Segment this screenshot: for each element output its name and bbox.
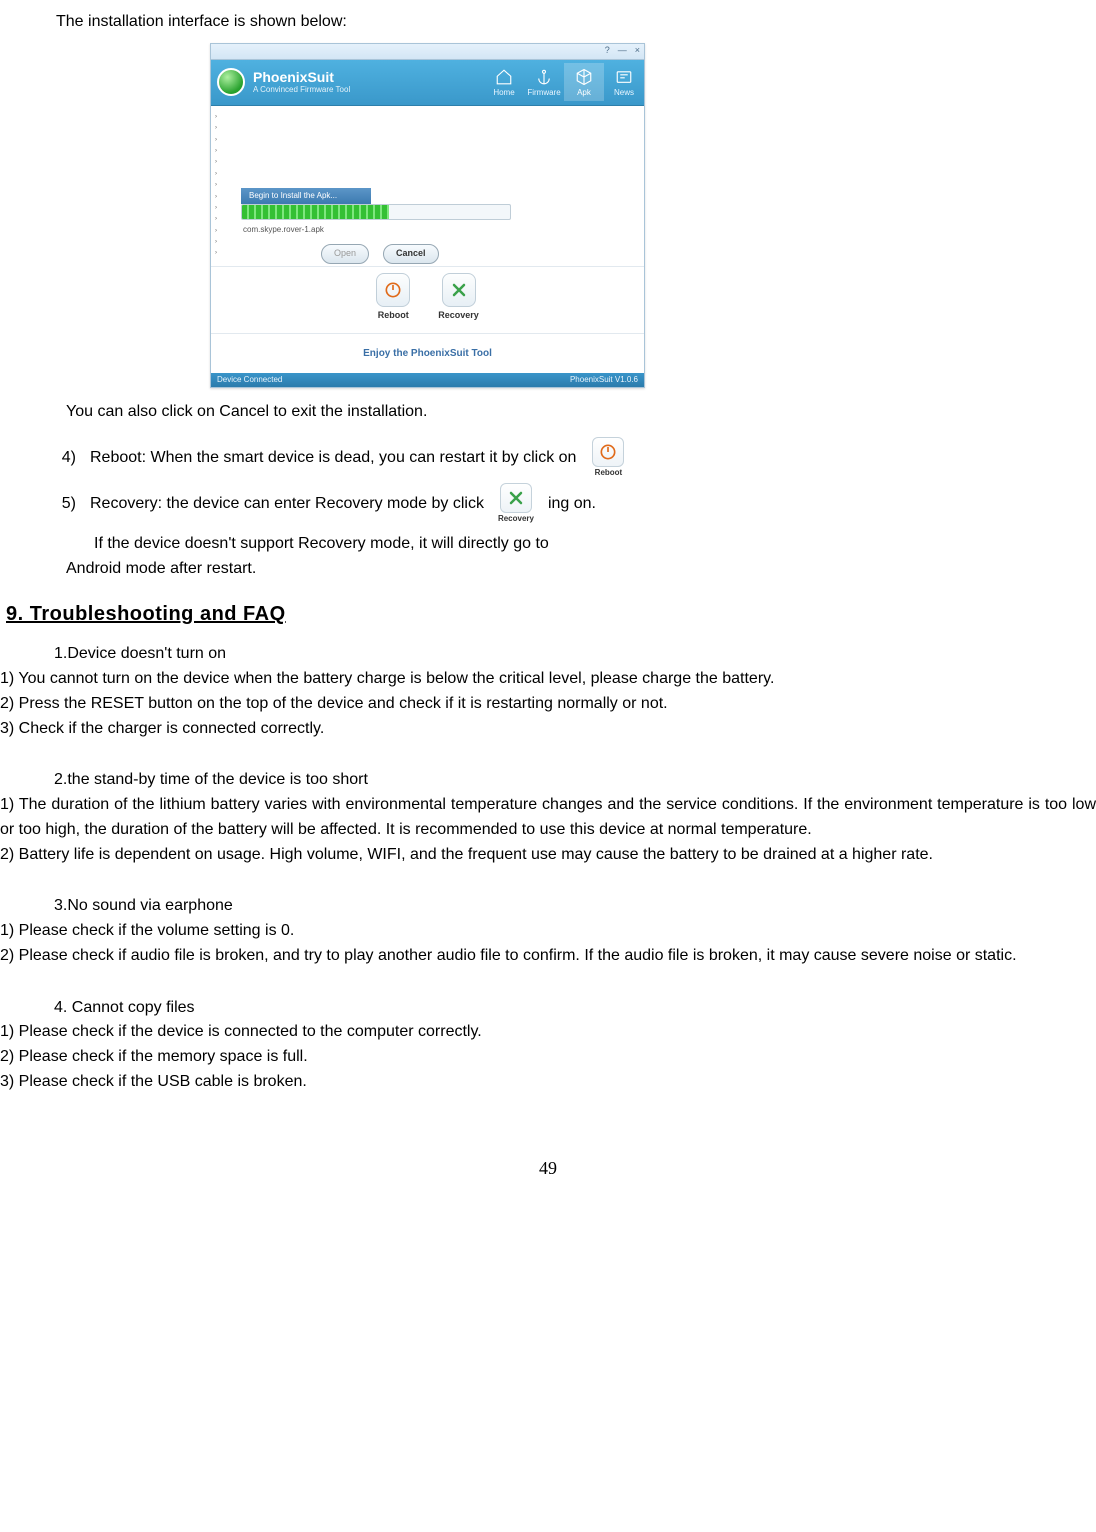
reboot-inline-icon [592, 437, 624, 467]
anchor-icon [534, 67, 554, 87]
reboot-icon[interactable] [376, 273, 410, 307]
enjoy-banner: Enjoy the PhoenixSuit Tool [211, 333, 644, 374]
progress-bar [241, 204, 511, 220]
nav-home[interactable]: Home [484, 63, 524, 101]
faq1-a: 1) You cannot turn on the device when th… [0, 667, 1096, 692]
faq1-c: 3) Check if the charger is connected cor… [0, 717, 1096, 742]
nav-firmware[interactable]: Firmware [524, 63, 564, 101]
nav-news[interactable]: News [604, 63, 644, 101]
faq3-b: 2) Please check if audio file is broken,… [0, 944, 1096, 969]
cancel-note: You can also click on Cancel to exit the… [66, 400, 1096, 425]
list-item-5: 5) Recovery: the device can enter Recove… [56, 483, 1096, 525]
recovery-caption: Recovery [498, 513, 534, 525]
nav-apk[interactable]: Apk [564, 63, 604, 101]
apk-filename: com.skype.rover-1.apk [243, 224, 324, 236]
status-left: Device Connected [217, 374, 282, 386]
cube-icon [574, 67, 594, 87]
faq2-a: 1) The duration of the lithium battery v… [0, 793, 1096, 843]
recovery-label: Recovery [438, 309, 479, 323]
action-row: Reboot Recovery [211, 266, 644, 333]
item-text-post: ing on. [548, 492, 596, 517]
faq1-b: 2) Press the RESET button on the top of … [0, 692, 1096, 717]
install-title: Begin to Install the Apk... [241, 188, 371, 204]
open-button[interactable]: Open [321, 244, 369, 264]
news-icon [614, 67, 634, 87]
reboot-caption: Reboot [595, 467, 623, 479]
side-ticks: ››››››››››››› [215, 112, 217, 260]
nav-label: Apk [577, 87, 591, 99]
item-text-pre: Recovery: the device can enter Recovery … [90, 492, 484, 517]
recovery-icon[interactable] [442, 273, 476, 307]
nav-label: Home [493, 87, 514, 99]
cancel-button[interactable]: Cancel [383, 244, 439, 264]
phoenix-logo-icon [217, 68, 245, 96]
section-9-title: 9. Troubleshooting and FAQ [6, 599, 1096, 630]
item-number: 5) [56, 492, 76, 517]
faq3-a: 1) Please check if the volume setting is… [0, 919, 1096, 944]
status-right: PhoenixSuit V1.0.6 [570, 374, 638, 386]
app-body: ››››››››››››› Begin to Install the Apk..… [211, 106, 644, 266]
reboot-label: Reboot [376, 309, 410, 323]
home-icon [494, 67, 514, 87]
phoenixsuit-screenshot: ? — × PhoenixSuit A Convinced Firmware T… [210, 43, 645, 388]
faq2-b: 2) Battery life is dependent on usage. H… [0, 843, 1096, 868]
minimize-icon[interactable]: — [618, 44, 627, 58]
brand-subtitle: A Convinced Firmware Tool [253, 86, 350, 95]
list-item-4: 4) Reboot: When the smart device is dead… [56, 437, 1096, 479]
item-text: Reboot: When the smart device is dead, y… [90, 446, 576, 471]
status-bar: Device Connected PhoenixSuit V1.0.6 [211, 373, 644, 387]
help-icon[interactable]: ? [605, 44, 610, 58]
faq3-head: 3.No sound via earphone [54, 894, 1096, 919]
nav-label: News [614, 87, 634, 99]
window-titlebar: ? — × [211, 44, 644, 60]
faq2-head: 2.the stand-by time of the device is too… [54, 768, 1096, 793]
faq4-b: 2) Please check if the memory space is f… [0, 1045, 1096, 1070]
recovery-inline-icon [500, 483, 532, 513]
nav-label: Firmware [527, 87, 560, 99]
close-icon[interactable]: × [635, 44, 640, 58]
faq4-c: 3) Please check if the USB cable is brok… [0, 1070, 1096, 1095]
intro-text: The installation interface is shown belo… [56, 10, 1096, 35]
page-number: 49 [0, 1155, 1096, 1203]
recovery-note: If the device doesn't support Recovery m… [66, 532, 706, 582]
faq4-head: 4. Cannot copy files [54, 996, 1096, 1021]
faq4-a: 1) Please check if the device is connect… [0, 1020, 1096, 1045]
app-header: PhoenixSuit A Convinced Firmware Tool Ho… [211, 60, 644, 106]
brand-name: PhoenixSuit [253, 70, 350, 85]
item-number: 4) [56, 446, 76, 471]
faq1-head: 1.Device doesn't turn on [54, 642, 1096, 667]
